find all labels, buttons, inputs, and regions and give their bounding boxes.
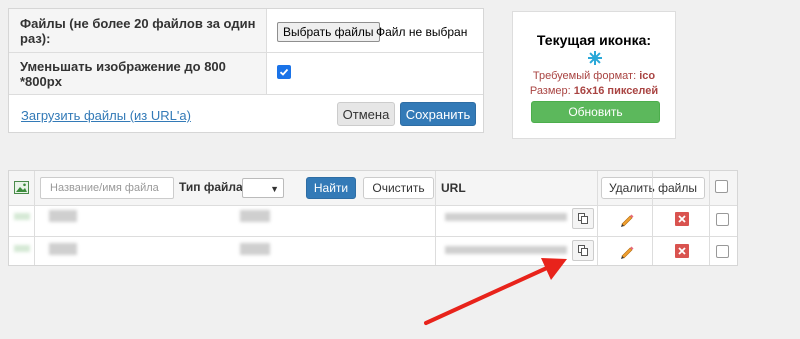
arrow-annotation bbox=[424, 258, 567, 325]
